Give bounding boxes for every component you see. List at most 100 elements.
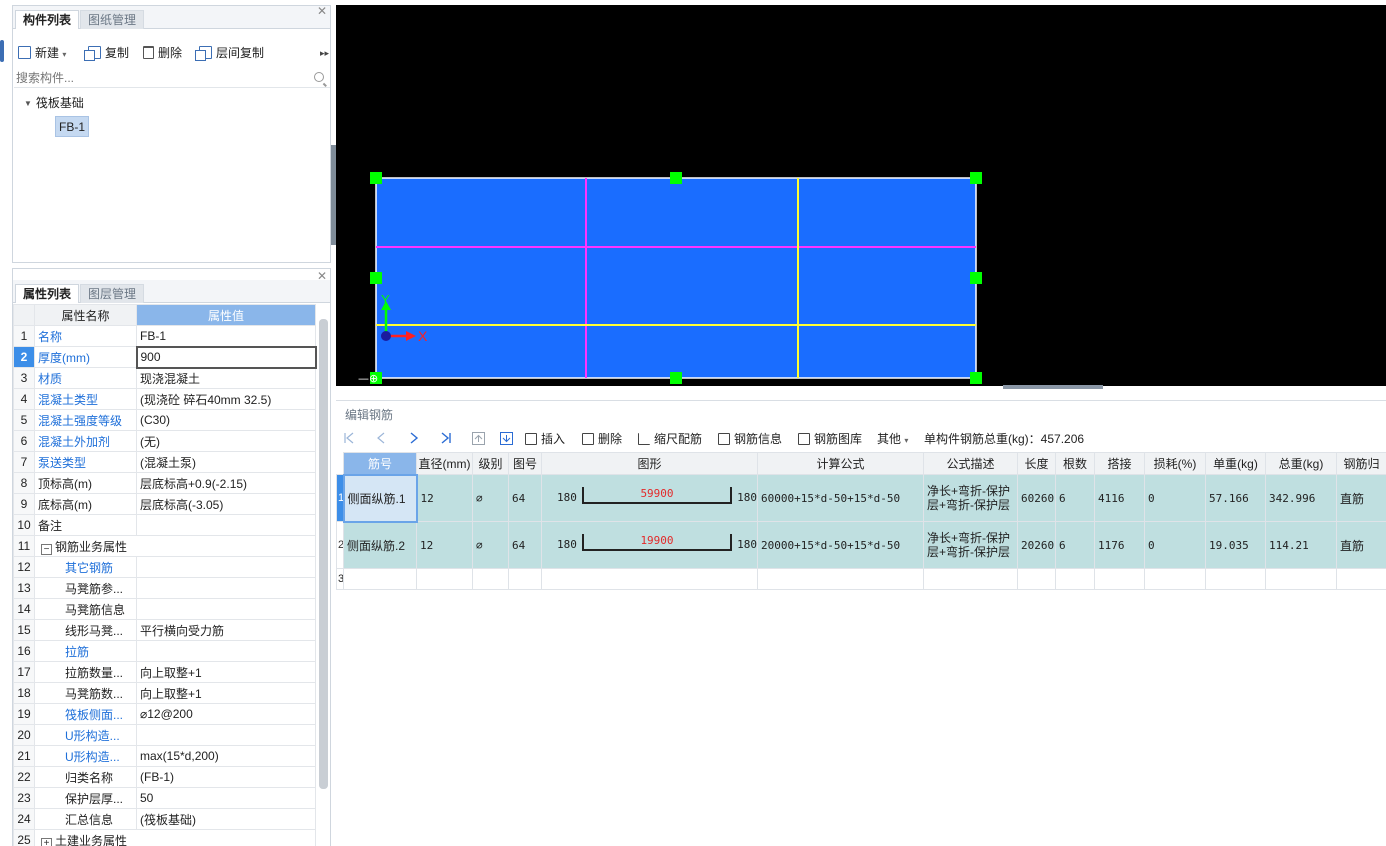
property-value[interactable] <box>136 640 316 662</box>
property-value[interactable]: (现浇砼 碎石40mm 32.5) <box>136 388 316 410</box>
handle-bottom-mid[interactable] <box>670 372 682 384</box>
empty-cell[interactable] <box>923 568 1018 590</box>
handle-top-left[interactable] <box>370 172 382 184</box>
category-cell[interactable]: 直筋 <box>1336 474 1386 522</box>
column-header-unit-weight[interactable]: 单重(kg) <box>1205 452 1266 475</box>
floor-copy-button[interactable]: 层间复制 <box>195 43 264 63</box>
column-header-loss[interactable]: 损耗(%) <box>1144 452 1206 475</box>
rebar-row[interactable]: 1侧面纵筋.112⌀641805990018060000+15*d-50+15*… <box>336 473 1386 523</box>
property-value[interactable]: 平行横向受力筋 <box>136 619 316 641</box>
property-row[interactable]: 12 其它钢筋 <box>13 556 316 578</box>
property-row[interactable]: 17 拉筋数量... 向上取整+1 <box>13 661 316 683</box>
rebar-info-button[interactable]: 钢筋信息 <box>718 429 782 449</box>
column-header-formula[interactable]: 计算公式 <box>757 452 924 475</box>
column-header-length[interactable]: 长度 <box>1017 452 1056 475</box>
shape-cell[interactable]: 180 19900 180 <box>541 521 758 569</box>
property-value[interactable] <box>136 514 316 536</box>
property-row[interactable]: 22 归类名称 (FB-1) <box>13 766 316 788</box>
property-row[interactable]: 19 筏板侧面... ⌀12@200 <box>13 703 316 725</box>
empty-cell[interactable] <box>1094 568 1145 590</box>
first-record-icon[interactable] <box>344 432 355 444</box>
tab-drawing-management[interactable]: 图纸管理 <box>80 10 145 29</box>
formula-cell[interactable]: 20000+15*d-50+15*d-50 <box>757 521 924 569</box>
search-icon[interactable] <box>314 72 324 82</box>
lap-cell[interactable]: 1176 <box>1094 521 1145 569</box>
total-weight-cell[interactable]: 114.21 <box>1265 521 1337 569</box>
loss-cell[interactable]: 0 <box>1144 521 1206 569</box>
property-row[interactable]: 20 U形构造... <box>13 724 316 746</box>
close-icon[interactable]: ✕ <box>317 4 327 18</box>
column-header-diameter[interactable]: 直径(mm) <box>416 452 473 475</box>
empty-cell[interactable] <box>1205 568 1266 590</box>
total-weight-cell[interactable]: 342.996 <box>1265 474 1337 522</box>
handle-bottom-right[interactable] <box>970 372 982 384</box>
property-row[interactable]: 13 马凳筋参... <box>13 577 316 599</box>
empty-cell[interactable] <box>1144 568 1206 590</box>
empty-cell[interactable] <box>1336 568 1386 590</box>
empty-cell[interactable] <box>1055 568 1095 590</box>
previous-record-icon[interactable] <box>376 432 387 444</box>
empty-cell[interactable] <box>757 568 924 590</box>
property-value[interactable]: (筏板基础) <box>136 808 316 830</box>
formula-desc-cell[interactable]: 净长+弯折-保护层+弯折-保护层 <box>923 474 1018 522</box>
property-value[interactable]: 向上取整+1 <box>136 682 316 704</box>
unit-weight-cell[interactable]: 19.035 <box>1205 521 1266 569</box>
empty-cell[interactable] <box>1265 568 1337 590</box>
empty-cell[interactable] <box>1017 568 1056 590</box>
search-input[interactable] <box>14 69 304 87</box>
column-header-total-weight[interactable]: 总重(kg) <box>1265 452 1337 475</box>
handle-top-mid[interactable] <box>670 172 682 184</box>
delete-button[interactable]: 删除 <box>143 43 182 63</box>
property-row[interactable]: 3 材质 现浇混凝土 <box>13 367 316 389</box>
property-row[interactable]: 8 顶标高(m) 层底标高+0.9(-2.15) <box>13 472 316 494</box>
property-row[interactable]: 7 泵送类型 (混凝土泵) <box>13 451 316 473</box>
property-row[interactable]: 21 U形构造... max(15*d,200) <box>13 745 316 767</box>
length-cell[interactable]: 60260 <box>1017 474 1056 522</box>
canvas-scrollbar[interactable] <box>1003 385 1103 389</box>
rebar-empty-row[interactable]: 3 <box>336 568 1386 590</box>
expand-icon[interactable]: + <box>41 837 52 846</box>
insert-button[interactable]: 插入 <box>525 429 565 449</box>
property-value[interactable] <box>136 724 316 746</box>
property-row[interactable]: 16 拉筋 <box>13 640 316 662</box>
grade-cell[interactable]: ⌀ <box>472 521 509 569</box>
length-cell[interactable]: 20260 <box>1017 521 1056 569</box>
column-header-formula-desc[interactable]: 公式描述 <box>923 452 1018 475</box>
property-row[interactable]: 14 马凳筋信息 <box>13 598 316 620</box>
property-value[interactable]: (FB-1) <box>136 766 316 788</box>
property-value[interactable] <box>136 598 316 620</box>
property-row[interactable]: 4 混凝土类型 (现浇砼 碎石40mm 32.5) <box>13 388 316 410</box>
column-header-bar-no[interactable]: 筋号 <box>343 452 417 475</box>
diameter-cell[interactable]: 12 <box>416 521 473 569</box>
scrollbar-thumb[interactable] <box>319 319 328 789</box>
property-row[interactable]: 6 混凝土外加剂 (无) <box>13 430 316 452</box>
delete-rebar-button[interactable]: 删除 <box>582 429 622 449</box>
last-record-icon[interactable] <box>440 432 451 444</box>
more-icon[interactable]: ▸▸ <box>320 43 329 63</box>
diameter-cell[interactable]: 12 <box>416 474 473 522</box>
new-button[interactable]: 新建 ▾ <box>18 43 66 63</box>
count-cell[interactable]: 6 <box>1055 474 1095 522</box>
handle-mid-left[interactable] <box>370 272 382 284</box>
property-value[interactable]: (混凝土泵) <box>136 451 316 473</box>
property-row[interactable]: 11− 钢筋业务属性 <box>13 535 316 557</box>
empty-cell[interactable] <box>416 568 473 590</box>
tree-node-raft-foundation[interactable]: ▼ 筏板基础 <box>24 94 84 111</box>
count-cell[interactable]: 6 <box>1055 521 1095 569</box>
empty-cell[interactable] <box>343 568 417 590</box>
thickness-input[interactable]: 900 <box>135 345 317 369</box>
property-row[interactable]: 9 底标高(m) 层底标高(-3.05) <box>13 493 316 515</box>
rebar-row[interactable]: 2侧面纵筋.212⌀641801990018020000+15*d-50+15*… <box>336 521 1386 569</box>
empty-cell[interactable] <box>472 568 509 590</box>
property-value[interactable] <box>136 577 316 599</box>
property-value[interactable]: 层底标高(-3.05) <box>136 493 316 515</box>
next-record-icon[interactable] <box>408 432 419 444</box>
property-row[interactable]: 25 + 土建业务属性 <box>13 829 316 846</box>
rebar-name-cell[interactable]: 侧面纵筋.1 <box>342 473 418 523</box>
property-row[interactable]: 2 厚度(mm) 900 <box>13 345 317 369</box>
property-value[interactable]: 现浇混凝土 <box>136 367 316 389</box>
property-value[interactable]: max(15*d,200) <box>136 745 316 767</box>
unit-weight-cell[interactable]: 57.166 <box>1205 474 1266 522</box>
tab-layer-management[interactable]: 图层管理 <box>80 284 145 303</box>
property-row[interactable]: 1 名称 FB-1 <box>13 325 316 347</box>
